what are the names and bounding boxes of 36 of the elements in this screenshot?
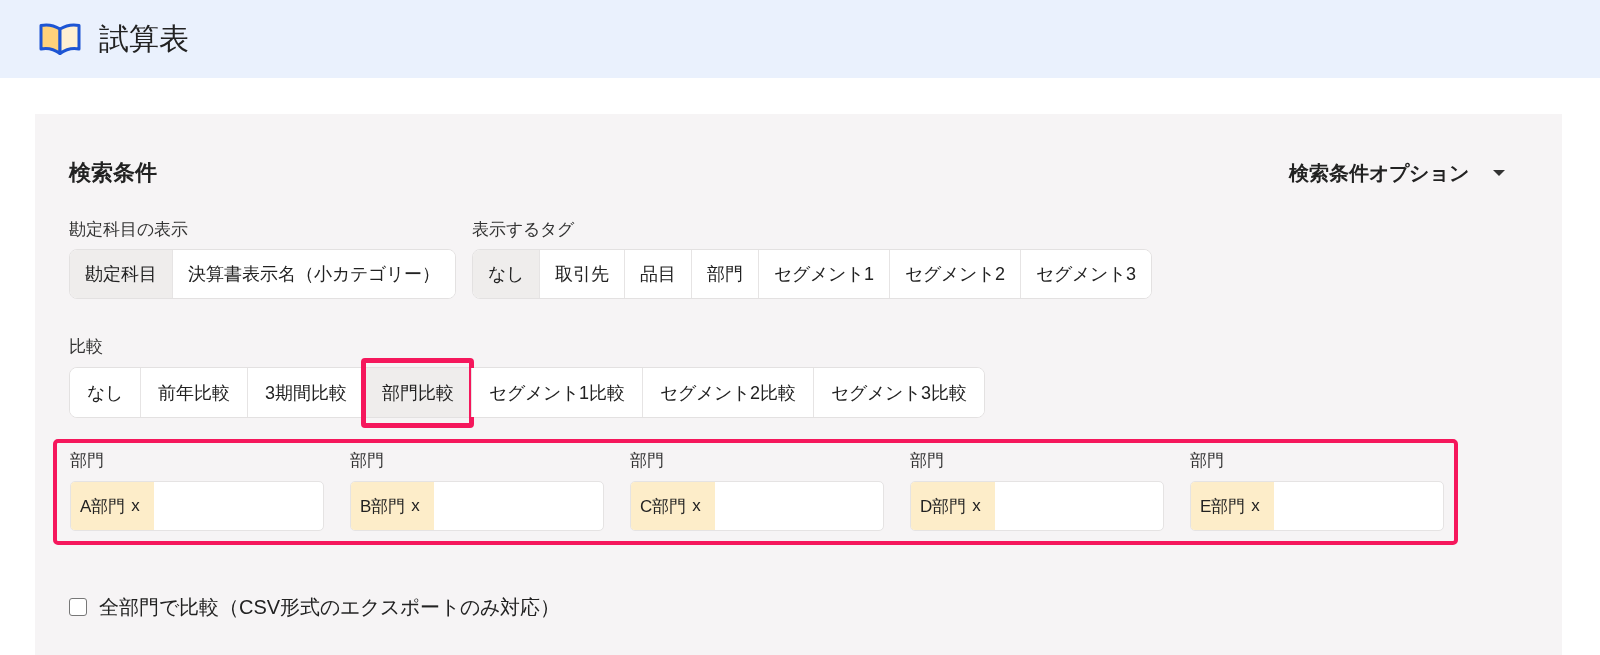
field-label: 部門 [350, 450, 385, 472]
segment-button[interactable]: セグメント3比較 [813, 368, 985, 417]
field-label: 部門 [1190, 450, 1225, 472]
tag-label: E部門 [1200, 495, 1246, 518]
checkbox-label[interactable]: 全部門で比較（CSV形式のエクスポートのみ対応） [99, 593, 561, 621]
segment-button[interactable]: 決算書表示名（小カテゴリー） [172, 250, 455, 298]
tag-label: B部門 [360, 495, 406, 518]
tag-input-field[interactable]: D部門 x [910, 481, 1164, 531]
remove-tag-button[interactable]: x [131, 496, 140, 516]
remove-tag-button[interactable]: x [1251, 496, 1260, 516]
segment-button[interactable]: セグメント3 [1020, 250, 1152, 298]
section-title: 検索条件 [69, 159, 157, 187]
tag-label: C部門 [640, 495, 687, 518]
search-options-button[interactable]: 検索条件オプション [1289, 159, 1505, 187]
remove-tag-button[interactable]: x [411, 496, 420, 516]
tag-input-field[interactable]: B部門 x [350, 481, 604, 531]
field-label: 比較 [69, 336, 103, 358]
tag-label: D部門 [920, 495, 967, 518]
tag-input-field[interactable]: C部門 x [630, 481, 884, 531]
segment-button[interactable]: 部門比較 [364, 368, 471, 417]
remove-tag-button[interactable]: x [972, 496, 981, 516]
caret-icon [1493, 170, 1505, 176]
tag-input-field[interactable]: E部門 x [1190, 481, 1444, 531]
tag-input-field[interactable]: A部門 x [70, 481, 324, 531]
field-label: 部門 [630, 450, 665, 472]
checkbox[interactable] [69, 598, 87, 616]
field-label: 部門 [910, 450, 945, 472]
page-title: 試算表 [99, 21, 189, 57]
segment-button[interactable]: なし [473, 250, 539, 298]
field-label: 表示するタグ [472, 219, 574, 241]
field-label: 勘定科目の表示 [69, 219, 188, 241]
tag-label: A部門 [80, 495, 126, 518]
segment-button[interactable]: 勘定科目 [70, 250, 172, 298]
field-label: 部門 [70, 450, 105, 472]
remove-tag-button[interactable]: x [692, 496, 701, 516]
book-icon [39, 22, 81, 56]
